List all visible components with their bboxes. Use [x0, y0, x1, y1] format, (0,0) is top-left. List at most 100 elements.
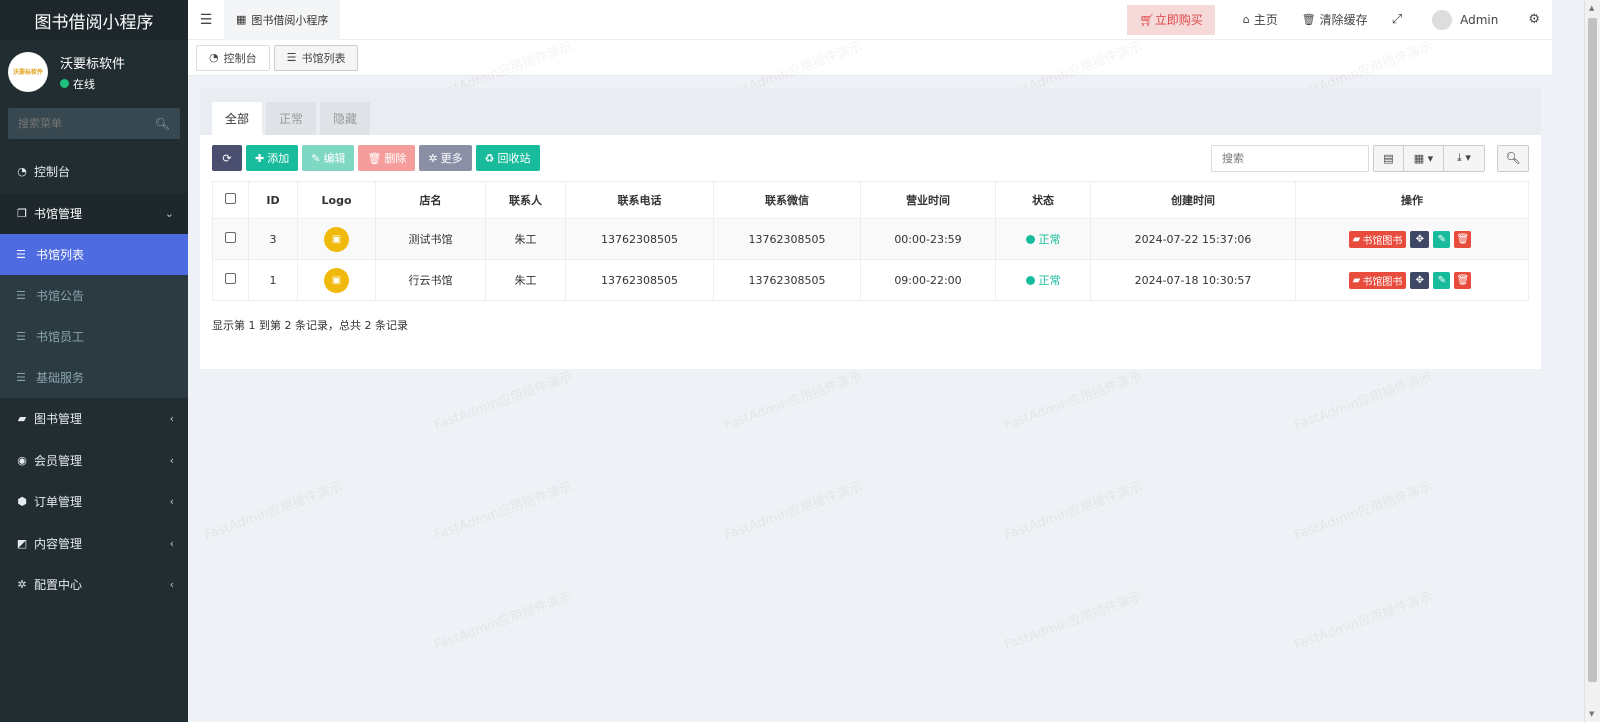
navtab-label: 控制台: [223, 51, 257, 65]
watermark: FastAdmin应用插件演示: [1292, 369, 1435, 434]
settings-gear-icon[interactable]: ⚙: [1516, 12, 1552, 27]
sidebar-item-library-staff[interactable]: ☰ 书馆员工: [0, 316, 188, 357]
recycle-bin-button[interactable]: ♻ 回收站: [475, 145, 540, 171]
chevron-left-icon: ‹: [169, 412, 174, 426]
row-edit-button[interactable]: ✎: [1433, 230, 1451, 248]
sidebar-item-content-management[interactable]: ◩ 内容管理 ‹: [0, 523, 188, 565]
sidebar-item-config-center[interactable]: ✲ 配置中心 ‹: [0, 564, 188, 606]
search-icon[interactable]: 🔍︎: [155, 117, 170, 131]
library-logo-icon[interactable]: ▣: [324, 267, 349, 293]
columns-dropdown-icon[interactable]: ▦ ▾: [1404, 145, 1444, 171]
more-button[interactable]: ✲ 更多: [419, 145, 472, 171]
menu-search-input[interactable]: [18, 117, 148, 130]
sidebar-item-label: 图书管理: [34, 412, 83, 427]
table-tools-group: ▤ ▦ ▾ ⤓ ▾: [1373, 144, 1485, 172]
col-logo[interactable]: Logo: [297, 181, 376, 219]
table-row: 1 ▣ 行云书馆 朱工 13762308505 13762308505 09:0…: [212, 259, 1529, 301]
add-button[interactable]: ✚ 添加: [246, 145, 299, 171]
user-circle-icon: ◉: [17, 453, 27, 467]
admin-menu[interactable]: Admin: [1414, 9, 1516, 30]
tab-hidden[interactable]: 隐藏: [320, 102, 371, 135]
cell-created: 2024-07-22 15:37:06: [1090, 218, 1296, 260]
col-id[interactable]: ID: [248, 181, 298, 219]
watermark: FastAdmin应用插件演示: [1292, 479, 1435, 544]
user-panel: 沃要标软件 沃要标软件 在线: [0, 44, 188, 100]
nav-tabs: ◔ 控制台 ☰ 书馆列表: [188, 40, 1552, 76]
search-button[interactable]: 🔍︎: [1497, 144, 1529, 172]
list-icon: ☰: [16, 248, 26, 261]
scroll-down-icon[interactable]: ▼: [1589, 710, 1594, 718]
row-checkbox[interactable]: [225, 273, 236, 284]
sidebar-item-library-notice[interactable]: ☰ 书馆公告: [0, 275, 188, 316]
export-dropdown-icon[interactable]: ⤓ ▾: [1444, 145, 1484, 171]
toggle-view-icon[interactable]: ▤: [1374, 145, 1404, 171]
sidebar-item-dashboard[interactable]: ◔ 控制台: [0, 151, 188, 193]
col-status[interactable]: 状态: [995, 181, 1091, 219]
page-scrollbar[interactable]: ▲ ▼: [1584, 0, 1600, 722]
app-tab[interactable]: ▦ 图书借阅小程序: [224, 0, 341, 40]
arrows-icon: ✥: [1415, 274, 1425, 286]
cell-contact: 朱工: [485, 259, 566, 301]
cart-icon: 🛒︎: [1139, 12, 1155, 27]
delete-button[interactable]: 🗑︎ 删除: [358, 145, 416, 171]
clear-cache-label: 清除缓存: [1319, 13, 1368, 27]
col-hours[interactable]: 营业时间: [860, 181, 996, 219]
top-header: ☰ ▦ 图书借阅小程序 🛒︎ 立即购买 ⌂ 主页 🗑︎ 清除缓存 ⤢ Admin…: [188, 0, 1552, 40]
col-name[interactable]: 店名: [375, 181, 486, 219]
brand-title[interactable]: 图书借阅小程序: [0, 0, 188, 40]
navtab-dashboard[interactable]: ◔ 控制台: [196, 44, 270, 71]
watermark: FastAdmin应用插件演示: [432, 369, 575, 434]
menu-toggle-icon[interactable]: ☰: [188, 12, 224, 28]
row-select-cell: [212, 218, 249, 260]
row-select-cell: [212, 259, 249, 301]
buy-now-button[interactable]: 🛒︎ 立即购买: [1127, 4, 1215, 35]
watermark: FastAdmin应用插件演示: [722, 479, 865, 544]
row-delete-button[interactable]: 🗑︎: [1454, 230, 1472, 248]
chevron-left-icon: ‹: [169, 495, 174, 509]
table-search-input[interactable]: [1211, 144, 1369, 172]
scroll-up-icon[interactable]: ▲: [1589, 4, 1594, 12]
chevron-down-icon: ⌄: [164, 206, 174, 220]
sidebar-item-member-management[interactable]: ◉ 会员管理 ‹: [0, 440, 188, 482]
scrollbar-thumb[interactable]: [1588, 18, 1597, 682]
row-edit-button[interactable]: ✎: [1433, 271, 1451, 289]
tab-normal[interactable]: 正常: [266, 102, 317, 135]
sidebar-item-order-management[interactable]: ⬢ 订单管理 ‹: [0, 481, 188, 523]
library-logo-icon[interactable]: ▣: [324, 226, 349, 252]
cell-phone: 13762308505: [565, 259, 714, 301]
row-checkbox[interactable]: [225, 232, 236, 243]
tab-all[interactable]: 全部: [212, 102, 263, 135]
chevron-left-icon: ‹: [169, 453, 174, 467]
sidebar-item-basic-service[interactable]: ☰ 基础服务: [0, 357, 188, 398]
refresh-button[interactable]: ⟳: [212, 145, 242, 171]
library-books-button[interactable]: ▰ 书馆图书: [1348, 230, 1407, 248]
clear-cache-link[interactable]: 🗑︎ 清除缓存: [1290, 11, 1380, 28]
drag-sort-button[interactable]: ✥: [1410, 271, 1430, 289]
status-badge[interactable]: 正常: [1025, 231, 1061, 247]
sidebar-item-book-management[interactable]: ▰ 图书管理 ‹: [0, 398, 188, 440]
library-books-label: 书馆图书: [1362, 235, 1403, 247]
drag-sort-button[interactable]: ✥: [1410, 230, 1430, 248]
col-contact[interactable]: 联系人: [485, 181, 566, 219]
library-books-button[interactable]: ▰ 书馆图书: [1348, 271, 1407, 289]
sidebar-item-library-list[interactable]: ☰ 书馆列表: [0, 234, 188, 275]
trash-icon: 🗑︎: [1456, 233, 1470, 245]
status-dot-icon: [1025, 234, 1035, 244]
col-created[interactable]: 创建时间: [1090, 181, 1296, 219]
col-wechat[interactable]: 联系微信: [713, 181, 861, 219]
edit-icon: ◩: [16, 536, 28, 550]
navtab-library-list[interactable]: ☰ 书馆列表: [273, 44, 359, 71]
sidebar-item-label: 控制台: [34, 165, 71, 180]
col-phone[interactable]: 联系电话: [565, 181, 714, 219]
watermark: FastAdmin应用插件演示: [432, 479, 575, 544]
sidebar-item-library-management[interactable]: ❐ 书馆管理 ⌄: [0, 192, 188, 234]
watermark: FastAdmin应用插件演示: [1002, 369, 1145, 434]
edit-label: 编辑: [323, 152, 346, 165]
select-all-checkbox[interactable]: [225, 193, 236, 204]
row-delete-button[interactable]: 🗑︎: [1454, 271, 1472, 289]
edit-button[interactable]: ✎ 编辑: [302, 145, 355, 171]
recycle-icon: ♻: [484, 151, 495, 165]
fullscreen-icon[interactable]: ⤢: [1380, 12, 1414, 27]
home-link[interactable]: ⌂ 主页: [1231, 11, 1290, 28]
status-badge[interactable]: 正常: [1025, 272, 1061, 288]
